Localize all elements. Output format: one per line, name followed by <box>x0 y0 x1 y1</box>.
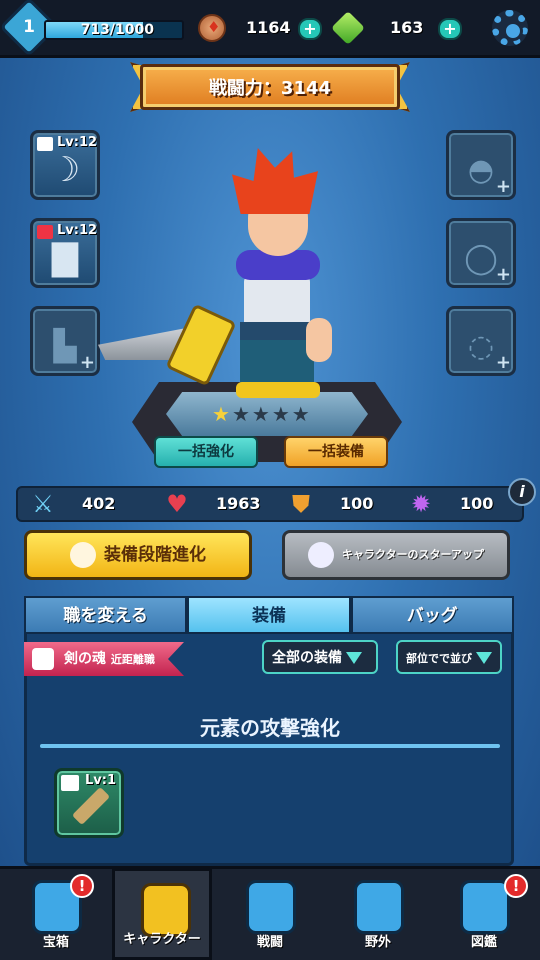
magic-sun-icon: ✹ <box>410 490 432 518</box>
add-coins-button[interactable]: + <box>298 18 322 40</box>
evolve-label: 装備段階進化 <box>104 545 206 565</box>
chevron-down-icon <box>346 651 362 664</box>
hero-arm <box>306 318 332 362</box>
scimitar-icon: ☽ <box>49 150 81 190</box>
section-title: 元素の攻撃強化 <box>200 716 340 740</box>
plus-icon: + <box>495 352 511 373</box>
book-icon <box>460 880 510 934</box>
item-level: Lv:1 <box>85 773 117 788</box>
tab-change-class[interactable]: 職を変える <box>24 596 188 634</box>
star-icon: ★ <box>251 402 270 426</box>
all-equipment-label: 全部の装備 <box>272 650 342 666</box>
add-gems-button[interactable]: + <box>438 18 462 40</box>
nav-label: キャラクター <box>123 932 201 947</box>
equip-slot-necklace[interactable]: ◯ + <box>446 218 516 288</box>
equip-slot-helmet[interactable]: ◓ + <box>446 130 516 200</box>
hero-belt <box>240 322 316 340</box>
tab-equipment[interactable]: 装備 <box>187 596 351 634</box>
sword-type-icon <box>61 775 79 791</box>
star-up-icon <box>307 542 334 568</box>
combat-power: 戦闘力：3144 <box>140 64 400 110</box>
evolve-icon <box>70 542 96 568</box>
stat-magic: ✹ 100 <box>402 488 514 520</box>
equip-slot-boots[interactable]: ▙ + <box>30 306 100 376</box>
plus-icon: + <box>79 352 95 373</box>
hero-legs <box>240 338 314 388</box>
shield-icon: ⛊ <box>292 490 310 518</box>
nav-outdoor[interactable]: 野外 <box>328 868 428 960</box>
equip-slot-weapon[interactable]: Lv:12 ☽ <box>30 130 100 200</box>
nav-label: 宝箱 <box>42 935 69 950</box>
star-up-button[interactable]: キャラクターのスターアップ <box>282 530 510 580</box>
sword-icon: ⚔ <box>32 490 54 518</box>
evolve-equipment-button[interactable]: 装備段階進化 <box>24 530 252 580</box>
nav-character[interactable]: キャラクター <box>112 868 212 960</box>
category-sub: 近距離職 <box>110 653 155 666</box>
stat-attack: ⚔ 402 <box>24 488 136 520</box>
stats-bar: ⚔ 402 ♥ 1963 ⛊ 100 ✹ 100 <box>16 486 524 522</box>
settings-gear-icon[interactable] <box>492 10 528 46</box>
hp-value: 1963 <box>216 494 261 513</box>
magic-value: 100 <box>460 494 494 513</box>
sort-dropdown[interactable]: 部位でで並び <box>396 640 502 674</box>
inventory-tabs: 職を変える 装備 バッグ <box>24 596 514 634</box>
sort-label: 部位でで並び <box>406 652 472 665</box>
star-rating: ★ ★ ★ ★ ★ <box>212 402 332 426</box>
plus-icon: + <box>495 264 511 285</box>
bulk-upgrade-button[interactable]: 一括強化 <box>154 436 258 468</box>
bulk-equip-button[interactable]: 一括装備 <box>284 436 388 468</box>
star-up-label: キャラクターのスターアップ <box>341 548 485 561</box>
stat-defense: ⛊ 100 <box>282 488 394 520</box>
dagger-icon <box>71 786 111 826</box>
info-icon[interactable]: i <box>508 478 536 506</box>
star-icon: ★ <box>271 402 290 426</box>
armor-icon: ▇ <box>51 238 79 278</box>
crossed-swords-icon <box>246 880 296 934</box>
equip-slot-ring[interactable]: ◌ + <box>446 306 516 376</box>
nav-label: 野外 <box>364 935 391 950</box>
xp-text: 713/1000 <box>80 22 154 38</box>
nav-label: 戦闘 <box>256 935 283 950</box>
sword-soul-icon <box>32 648 54 670</box>
nav-label: 図鑑 <box>470 935 497 950</box>
castle-lock-icon <box>354 880 404 934</box>
chevron-down-icon <box>476 651 492 664</box>
plus-icon: + <box>495 176 511 197</box>
gem-count: 163 <box>390 18 424 37</box>
hero-boots <box>236 382 320 398</box>
star-icon: ★ <box>291 402 310 426</box>
all-equipment-dropdown[interactable]: 全部の装備 <box>262 640 378 674</box>
category-name: 剣の魂 <box>64 651 106 667</box>
star-icon: ★ <box>212 402 230 426</box>
inventory-item[interactable]: Lv:1 <box>54 768 124 838</box>
stat-hp: ♥ 1963 <box>158 488 270 520</box>
heart-icon: ♥ <box>166 490 188 518</box>
coin-icon <box>198 14 226 42</box>
tab-bag[interactable]: バッグ <box>350 596 514 634</box>
alert-badge: ! <box>504 874 528 898</box>
defense-value: 100 <box>340 494 374 513</box>
coin-count: 1164 <box>246 18 291 37</box>
section-divider <box>40 744 500 748</box>
nav-encyclopedia[interactable]: 図鑑 ! <box>434 868 534 960</box>
alert-badge: ! <box>70 874 94 898</box>
attack-value: 402 <box>82 494 116 513</box>
equip-slot-armor[interactable]: Lv:12 ▇ <box>30 218 100 288</box>
star-icon: ★ <box>231 402 250 426</box>
nav-battle[interactable]: 戦闘 <box>220 868 320 960</box>
nav-treasure[interactable]: 宝箱 ! <box>6 868 106 960</box>
